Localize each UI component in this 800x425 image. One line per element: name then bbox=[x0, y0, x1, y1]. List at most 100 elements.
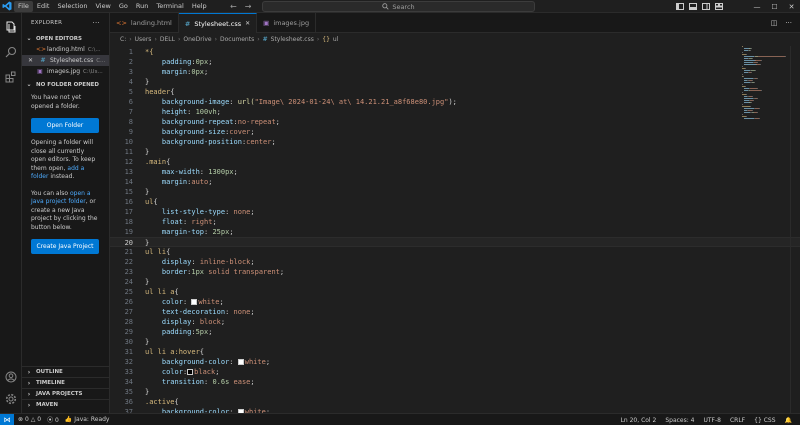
explorer-icon[interactable] bbox=[3, 19, 19, 35]
outline-section[interactable]: › OUTLINE bbox=[22, 366, 110, 377]
tab-landing-html[interactable]: <> landing.html bbox=[110, 13, 179, 33]
code-line[interactable]: 13 max-width: 1300px; bbox=[110, 167, 800, 177]
code-line[interactable]: 19 margin-top: 25px; bbox=[110, 227, 800, 237]
code-line[interactable]: 32 background-color: white; bbox=[110, 357, 800, 367]
minimap[interactable] bbox=[742, 46, 788, 126]
back-arrow-icon[interactable]: ← bbox=[230, 2, 237, 11]
code-line[interactable]: 12 .main{ bbox=[110, 157, 800, 167]
cursor-position[interactable]: Ln 20, Col 2 bbox=[621, 417, 657, 424]
code-line[interactable]: 14 margin:auto; bbox=[110, 177, 800, 187]
command-search-box[interactable]: Search bbox=[262, 1, 535, 12]
code-line[interactable]: 3 margin:0px; bbox=[110, 67, 800, 77]
code-line[interactable]: 20} bbox=[110, 237, 800, 247]
more-actions-icon[interactable]: ··· bbox=[785, 19, 792, 27]
toggle-secondary-sidebar-icon[interactable] bbox=[702, 3, 710, 10]
code-line[interactable]: 2 padding:0px; bbox=[110, 57, 800, 67]
code-line[interactable]: 29 padding:5px; bbox=[110, 327, 800, 337]
code-editor[interactable]: 1 *{2 padding:0px; 3 margin:0px; 4} 5 header{… bbox=[110, 46, 800, 413]
more-actions-icon[interactable]: ··· bbox=[92, 19, 100, 27]
menu-help[interactable]: Help bbox=[188, 1, 211, 12]
remote-indicator-icon[interactable]: ⋈ bbox=[0, 413, 14, 425]
tab-images-jpg[interactable]: ▣ images.jpg bbox=[257, 13, 317, 33]
code-line[interactable]: 21 ul li{ bbox=[110, 247, 800, 257]
forward-arrow-icon[interactable]: → bbox=[245, 2, 252, 11]
color-swatch[interactable] bbox=[191, 299, 198, 305]
code-line[interactable]: 27 text-decoration: none; bbox=[110, 307, 800, 317]
java-projects-section[interactable]: › JAVA PROJECTS bbox=[22, 388, 110, 399]
indentation[interactable]: Spaces: 4 bbox=[665, 417, 694, 424]
problems-indicator[interactable]: ⊗ 0 △ 0 bbox=[18, 416, 41, 423]
menu-run[interactable]: Run bbox=[132, 1, 152, 12]
code-line[interactable]: 17 list-style-type: none; bbox=[110, 207, 800, 217]
settings-gear-icon[interactable] bbox=[3, 391, 19, 407]
account-icon[interactable] bbox=[3, 369, 19, 385]
customize-layout-icon[interactable] bbox=[715, 3, 723, 10]
no-folder-section[interactable]: ⌄ NO FOLDER OPENED bbox=[22, 79, 109, 90]
close-icon[interactable]: ✕ bbox=[789, 3, 795, 11]
minimize-icon[interactable]: — bbox=[753, 3, 760, 11]
code-line[interactable]: 30} bbox=[110, 337, 800, 347]
code-line[interactable]: 35} bbox=[110, 387, 800, 397]
menu-edit[interactable]: Edit bbox=[33, 1, 54, 12]
code-line[interactable]: 1 *{ bbox=[110, 47, 800, 57]
open-folder-button[interactable]: Open Folder bbox=[31, 118, 99, 133]
line-ending[interactable]: CRLF bbox=[730, 417, 745, 424]
code-line[interactable]: 9 background-size:cover; bbox=[110, 127, 800, 137]
code-line[interactable]: 11} bbox=[110, 147, 800, 157]
code-line[interactable]: 22 display: inline-block; bbox=[110, 257, 800, 267]
java-status[interactable]: 👍 Java: Ready bbox=[65, 416, 110, 423]
search-view-icon[interactable] bbox=[3, 44, 19, 60]
ports-indicator[interactable]: ⦿ 0 bbox=[47, 415, 59, 424]
notifications-bell-icon[interactable]: 🔔 bbox=[785, 417, 792, 424]
code-line[interactable]: 6 background-image: url("Image\ 2024-01-… bbox=[110, 97, 800, 107]
code-line[interactable]: 8 background-repeat:no-repeat; bbox=[110, 117, 800, 127]
toggle-panel-icon[interactable] bbox=[689, 3, 697, 10]
code-line[interactable]: 15} bbox=[110, 187, 800, 197]
open-editor-item[interactable]: ▣ images.jpg C:\Us... bbox=[22, 66, 109, 77]
close-tab-icon[interactable]: ✕ bbox=[245, 20, 250, 27]
timeline-section[interactable]: › TIMELINE bbox=[22, 377, 110, 388]
create-java-project-button[interactable]: Create Java Project bbox=[31, 239, 99, 254]
code-line[interactable]: 26 color: white; bbox=[110, 297, 800, 307]
color-swatch[interactable] bbox=[237, 359, 244, 365]
menu-terminal[interactable]: Terminal bbox=[152, 1, 187, 12]
breadcrumb-item[interactable]: DELL bbox=[160, 36, 175, 43]
tab-stylesheet-css[interactable]: # Stylesheet.css ✕ bbox=[178, 13, 258, 33]
code-line[interactable]: 31 ul li a:hover{ bbox=[110, 347, 800, 357]
code-line[interactable]: 7 height: 100vh; bbox=[110, 107, 800, 117]
color-swatch[interactable] bbox=[187, 369, 194, 375]
encoding[interactable]: UTF-8 bbox=[703, 417, 721, 424]
open-editors-section[interactable]: ⌄ OPEN EDITORS bbox=[22, 33, 109, 44]
breadcrumb-item[interactable]: Documents bbox=[220, 36, 254, 43]
open-editor-item[interactable]: <> landing.html C:\... bbox=[22, 44, 109, 55]
menu-go[interactable]: Go bbox=[115, 1, 132, 12]
maven-section[interactable]: › MAVEN bbox=[22, 399, 110, 410]
breadcrumb-item[interactable]: Stylesheet.css bbox=[271, 36, 314, 43]
extensions-icon[interactable] bbox=[3, 69, 19, 85]
menu-view[interactable]: View bbox=[91, 1, 114, 12]
code-line[interactable]: 36 .active{ bbox=[110, 397, 800, 407]
code-line[interactable]: 25 ul li a{ bbox=[110, 287, 800, 297]
toggle-sidebar-icon[interactable] bbox=[676, 3, 684, 10]
breadcrumb-item[interactable]: Users bbox=[135, 36, 152, 43]
editor-scrollbar[interactable] bbox=[790, 46, 800, 413]
split-editor-icon[interactable]: ◫ bbox=[771, 19, 778, 27]
code-line[interactable]: 24} bbox=[110, 277, 800, 287]
code-line[interactable]: 16 ul{ bbox=[110, 197, 800, 207]
maximize-icon[interactable]: ☐ bbox=[771, 3, 777, 11]
code-line[interactable]: 10 background-position:center; bbox=[110, 137, 800, 147]
code-line[interactable]: 34 transition: 0.6s ease; bbox=[110, 377, 800, 387]
code-line[interactable]: 33 color: black; bbox=[110, 367, 800, 377]
code-line[interactable]: 28 display: block; bbox=[110, 317, 800, 327]
close-editor-icon[interactable]: ✕ bbox=[28, 57, 36, 64]
breadcrumb-item[interactable]: ul bbox=[333, 36, 338, 43]
code-line[interactable]: 23 border:1px solid transparent; bbox=[110, 267, 800, 277]
breadcrumb-item[interactable]: C: bbox=[120, 36, 126, 43]
language-mode[interactable]: {} CSS bbox=[754, 417, 775, 424]
code-line[interactable]: 4} bbox=[110, 77, 800, 87]
open-editor-item[interactable]: ✕ # Stylesheet.css C... bbox=[22, 55, 109, 66]
menu-file[interactable]: File bbox=[14, 0, 33, 12]
menu-selection[interactable]: Selection bbox=[53, 1, 91, 12]
breadcrumb-item[interactable]: OneDrive bbox=[183, 36, 211, 43]
code-line[interactable]: 18 float: right; bbox=[110, 217, 800, 227]
